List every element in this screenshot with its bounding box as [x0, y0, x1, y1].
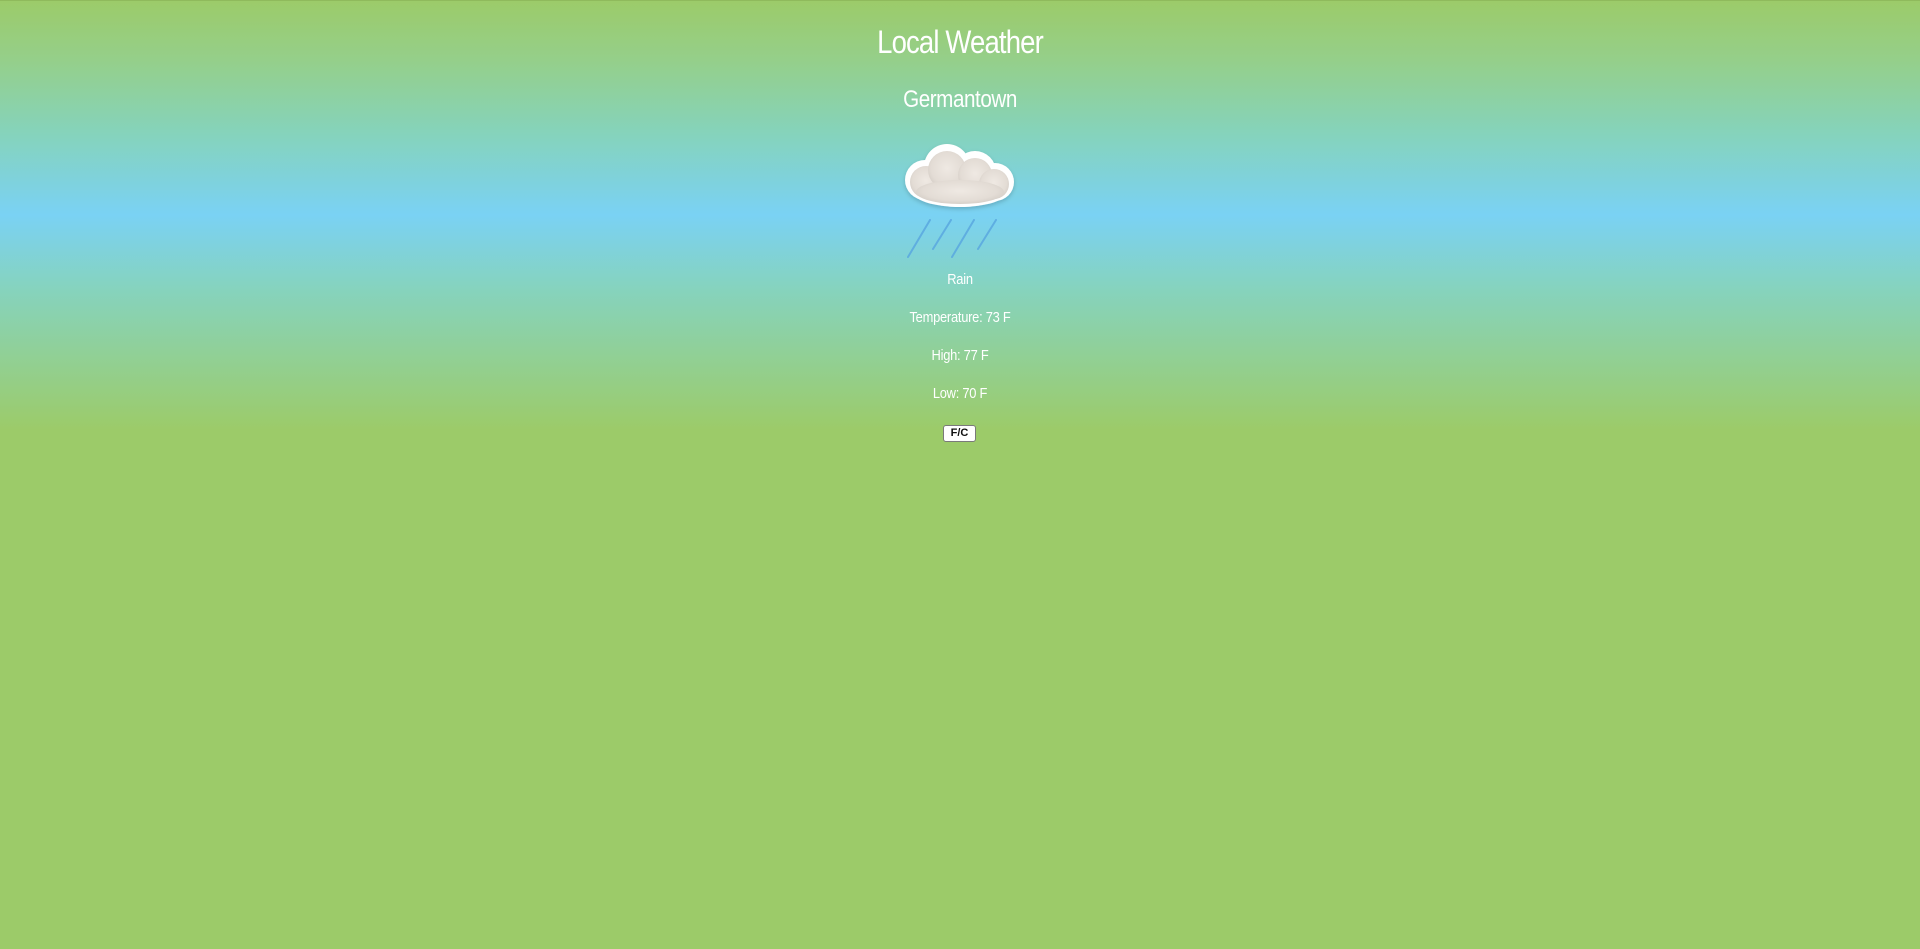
- rain-cloud-icon: [895, 139, 1025, 263]
- temperature-text: Temperature: 73 F: [909, 309, 1011, 326]
- unit-toggle-button[interactable]: F/C: [943, 425, 976, 442]
- high-temperature-text: High: 77 F: [931, 347, 989, 364]
- page-title: Local Weather: [877, 24, 1044, 60]
- low-temperature-text: Low: 70 F: [932, 385, 988, 402]
- city-name: Germantown: [903, 86, 1017, 113]
- weather-description: Rain: [947, 271, 973, 288]
